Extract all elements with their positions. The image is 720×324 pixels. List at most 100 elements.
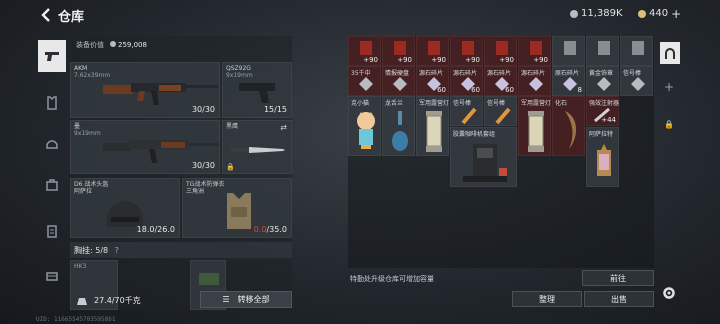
- item-icon: [462, 41, 474, 55]
- equipment-value-label: 装备价值: [76, 41, 104, 49]
- bottle-icon: [392, 111, 408, 151]
- helmet-icon: [46, 140, 58, 149]
- item-label: 克小猫: [351, 100, 370, 107]
- clipboard-icon: [47, 225, 57, 238]
- pistol-ammo: 9x19mm: [226, 72, 253, 79]
- item-label: 强效注射器: [589, 100, 620, 107]
- top-bar: 仓库 11,389K 440 +: [0, 0, 720, 30]
- item-count: +90: [465, 56, 480, 64]
- stash-item-flare-1[interactable]: 信号棒: [450, 96, 483, 126]
- add-tab-icon[interactable]: +: [664, 80, 674, 94]
- item-icon: [496, 41, 508, 55]
- swap-icon[interactable]: ⇄: [280, 123, 287, 132]
- stash-item-statue[interactable]: 阿萨拉特: [586, 127, 619, 187]
- stash-item-cat-figure[interactable]: 克小猫: [348, 96, 381, 156]
- stash-tab-main[interactable]: [660, 42, 680, 64]
- help-icon[interactable]: ?: [115, 246, 119, 255]
- nav-armor[interactable]: [38, 90, 66, 116]
- stash-item[interactable]: [586, 36, 619, 66]
- chest-icon: [46, 272, 58, 281]
- lock-icon: 🔒: [226, 163, 235, 171]
- armor-durability: 0.0/35.0: [253, 225, 287, 234]
- stash-item-tequila[interactable]: 龙舌兰: [382, 96, 415, 156]
- item-count: +44: [601, 116, 616, 124]
- stash-item[interactable]: +90: [450, 36, 483, 66]
- stash-item[interactable]: 黄金饰章: [586, 66, 619, 96]
- item-count: 60: [505, 86, 514, 94]
- back-icon[interactable]: [38, 6, 54, 24]
- silver-amount: 11,389K: [581, 8, 623, 19]
- item-icon: [428, 41, 440, 55]
- silver-coin-icon: [110, 41, 116, 47]
- user-id: UID: 11665545703595861: [36, 316, 116, 323]
- pistol-name: QSZ92G: [226, 65, 251, 72]
- stash-item[interactable]: 源石碎片 60: [450, 66, 483, 96]
- item-count: 60: [471, 86, 480, 94]
- stash-item[interactable]: +90: [382, 36, 415, 66]
- gold-currency[interactable]: 440 +: [638, 8, 681, 20]
- stash-item-coffee-machine[interactable]: 胶囊咖啡机套组: [450, 127, 517, 187]
- stash-item[interactable]: +90: [348, 36, 381, 66]
- item-icon: [529, 77, 543, 91]
- cat-figure-icon: [357, 112, 375, 149]
- stash-item[interactable]: 信号棒: [620, 66, 653, 96]
- sort-button[interactable]: 整理: [512, 291, 582, 307]
- stash-item-fossil[interactable]: 化石: [552, 96, 585, 156]
- pistol-icon: [239, 83, 275, 103]
- nav-helmet[interactable]: [38, 130, 66, 156]
- nav-medical[interactable]: [38, 172, 66, 198]
- pistol-icon: [45, 52, 59, 61]
- stash-item[interactable]: 源石碎片: [518, 66, 551, 96]
- helmet-slot[interactable]: D6 战术头盔 阿萨拉 18.0/26.0: [70, 178, 180, 238]
- claw-fossil-icon: [565, 111, 577, 149]
- stash-item[interactable]: [620, 36, 653, 66]
- vest-icon: [47, 96, 57, 110]
- stash-item-lantern-1[interactable]: 军用露营灯: [416, 96, 449, 156]
- secondary-weapon-ammo-count: 30/30: [191, 161, 215, 170]
- stash-item[interactable]: 源石碎片 60: [416, 66, 449, 96]
- melee-slot[interactable]: 黑鹰 ⇄ 🔒: [222, 120, 292, 174]
- page-title: 仓库: [58, 10, 85, 25]
- lantern-statue-icon: [597, 144, 611, 176]
- item-count: +90: [499, 56, 514, 64]
- primary-weapon-ammo-count: 30/30: [191, 105, 215, 114]
- armor-slot[interactable]: TG战术防弹衣 三角洲 0.0/35.0: [182, 178, 292, 238]
- transfer-all-button[interactable]: ☰ 转移全部: [200, 291, 292, 308]
- nav-consumables[interactable]: [38, 218, 66, 244]
- nav-weapons[interactable]: [38, 40, 66, 72]
- item-count: +90: [397, 56, 412, 64]
- akm-rifle-icon: [103, 83, 218, 105]
- pistol-slot[interactable]: QSZ92G 9x19mm 15/15: [222, 62, 292, 118]
- stash-item[interactable]: 源石碎片 60: [484, 66, 517, 96]
- sell-button[interactable]: 出售: [584, 291, 654, 307]
- gold-amount: 440: [649, 8, 669, 19]
- item-icon: [393, 77, 407, 91]
- add-currency-icon[interactable]: +: [671, 8, 681, 20]
- stash-item[interactable]: [552, 36, 585, 66]
- goto-button[interactable]: 前往: [582, 270, 654, 286]
- stash-item-flare-2[interactable]: 信号棒: [484, 96, 517, 126]
- melee-name: 黑鹰: [226, 123, 239, 130]
- stash-item[interactable]: +90: [416, 36, 449, 66]
- nav-misc[interactable]: [38, 262, 66, 288]
- stash-item[interactable]: +90: [518, 36, 551, 66]
- chest-rig-header[interactable]: 胸挂: 5/8 ?: [70, 242, 292, 258]
- stash-item[interactable]: 35千中: [348, 66, 381, 96]
- item-icon: [359, 77, 373, 91]
- item-count: +90: [533, 56, 548, 64]
- item-icon: [631, 77, 645, 91]
- stash-item-syringe[interactable]: 强效注射器 +44: [586, 96, 619, 126]
- stash-item[interactable]: 原石碎片 8: [552, 66, 585, 96]
- knife-icon: [231, 147, 285, 153]
- secondary-weapon-name: 墨: [74, 123, 81, 130]
- stash-item[interactable]: 情报硬盘: [382, 66, 415, 96]
- stash-item[interactable]: +90: [484, 36, 517, 66]
- item-icon: [394, 41, 406, 55]
- settings-gear-icon[interactable]: [662, 286, 676, 300]
- item-label: 军用露营灯: [521, 100, 552, 107]
- stash-item-lantern-2[interactable]: 军用露营灯: [518, 96, 551, 156]
- stash-grid: +90 +90 +90 +90 +90 +90 35千中 情报硬盘 源石碎片 60 源石碎片 60 源…: [348, 36, 654, 268]
- primary-weapon-slot[interactable]: AKM 7.62x39mm 30/30: [70, 62, 220, 118]
- secondary-weapon-slot[interactable]: 墨 9x19mm 30/30: [70, 120, 220, 174]
- item-label: 军用露营灯: [419, 100, 450, 107]
